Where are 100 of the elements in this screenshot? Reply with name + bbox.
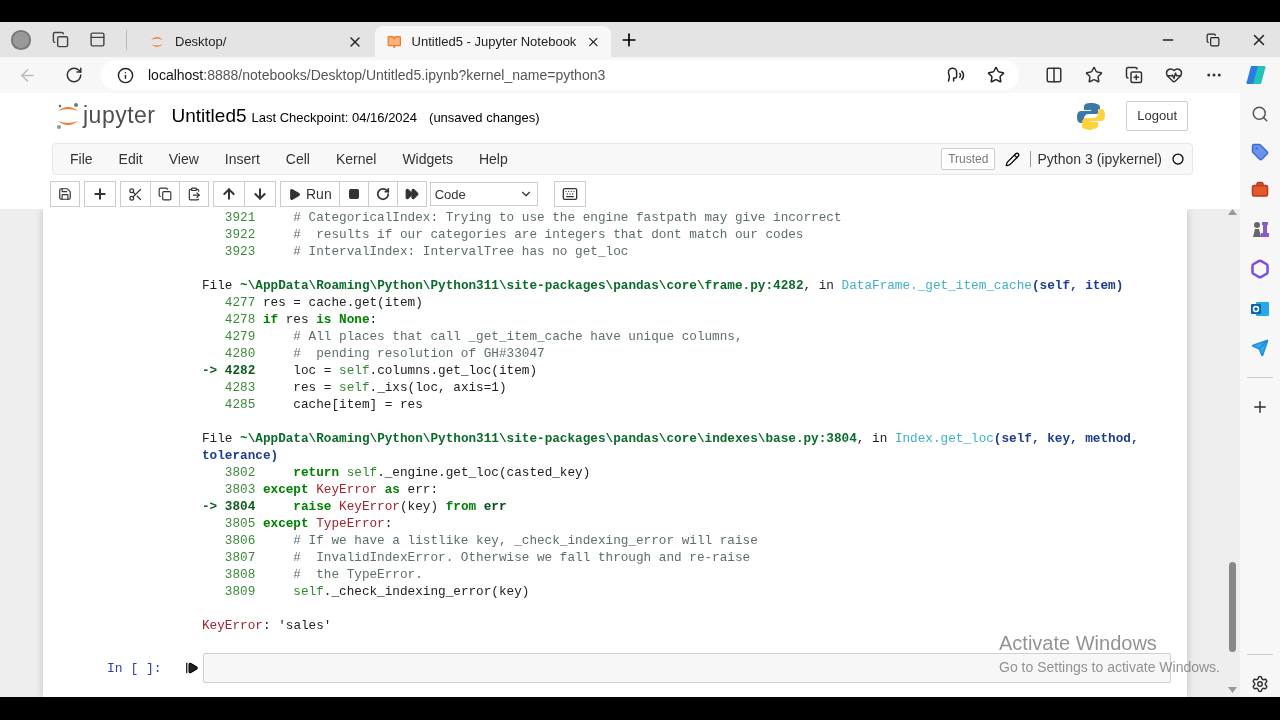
pencil-icon[interactable] xyxy=(1005,151,1021,167)
move-up-button[interactable] xyxy=(213,181,245,207)
hexagon-icon[interactable] xyxy=(1250,259,1270,279)
code-line: res = cache.get(item) xyxy=(262,294,423,311)
workspaces-icon[interactable] xyxy=(52,31,69,48)
input-prompt: In [ ]: xyxy=(107,660,163,676)
stop-button[interactable] xyxy=(338,181,369,207)
cut-button[interactable] xyxy=(120,181,151,207)
run-cell-icon[interactable] xyxy=(185,661,199,675)
code-line: # If we have a listlike key, _check_indexing_error will raise xyxy=(292,532,758,549)
fast-forward-icon xyxy=(404,187,419,201)
activation-title: Activate Windows xyxy=(999,632,1158,655)
code-line: # results if our categories are integers that dont match our codes xyxy=(292,226,804,243)
line-number: 3923 xyxy=(224,243,256,260)
mail-app-icon[interactable] xyxy=(1250,299,1270,319)
play-icon xyxy=(288,187,301,201)
traceback-file-line: File ~\AppData\Roaming\Python\Python311\site-packages\pandas\core\frame.py:4282, in DataFrame._get_item_cache(self, item) xyxy=(202,277,1125,294)
address-bar[interactable]: localhost:8888/notebooks/Desktop/Untitled5.ipynb?kernel_name=python3 xyxy=(101,60,1019,90)
keyboard-button[interactable] xyxy=(553,181,586,207)
line-number: 4280 xyxy=(224,345,256,362)
checkpoint-text: Last Checkpoint: 04/16/2024 xyxy=(251,110,418,125)
line-number: 3921 xyxy=(224,209,256,226)
read-aloud-icon[interactable] xyxy=(947,66,965,84)
code-line: if res is None: xyxy=(262,311,378,328)
menu-item[interactable]: Kernel xyxy=(322,144,390,174)
jupyter-logo-icon xyxy=(55,100,81,131)
line-number: 3808 xyxy=(224,566,256,583)
stop-icon xyxy=(347,188,360,200)
toolbox-icon[interactable] xyxy=(1251,181,1269,199)
profile-icon[interactable] xyxy=(10,28,32,51)
jupyter-brand: jupyter xyxy=(83,102,156,129)
tag-icon[interactable] xyxy=(1251,143,1269,161)
notebook-icon xyxy=(387,33,402,50)
favorites-icon[interactable] xyxy=(1085,66,1103,84)
run-all-button[interactable] xyxy=(396,181,427,207)
add-cell-button[interactable] xyxy=(84,181,116,207)
code-line: self._check_indexing_error(key) xyxy=(292,583,530,600)
code-line: except TypeError: xyxy=(262,515,393,532)
current-line-arrow: -> xyxy=(202,498,219,515)
heart-pulse-icon[interactable] xyxy=(1165,66,1183,84)
refresh-icon[interactable] xyxy=(65,66,83,84)
code-line: cache[item] = res xyxy=(292,396,423,413)
copy-icon xyxy=(158,187,172,201)
line-number: 4285 xyxy=(224,396,256,413)
scissors-icon xyxy=(128,186,143,202)
save-button[interactable] xyxy=(50,181,80,207)
scrollbar-thumb[interactable] xyxy=(1229,562,1236,652)
settings-icon[interactable] xyxy=(1251,675,1269,693)
trusted-button[interactable]: Trusted xyxy=(941,148,996,170)
restart-button[interactable] xyxy=(367,181,398,207)
traceback-file-line: File ~\AppData\Roaming\Python\Python311\site-packages\pandas\core\indexes\base.py:3804, in Index.get_loc(self, key, method, tolerance) xyxy=(202,430,1140,464)
menu-item[interactable]: File xyxy=(57,144,106,174)
code-line: # the TypeError. xyxy=(292,566,423,583)
restore-icon[interactable] xyxy=(1206,32,1220,47)
activation-text: Go to Settings to activate Windows. xyxy=(999,659,1220,675)
notebook-name[interactable]: Untitled5 xyxy=(171,104,247,127)
browser-tab[interactable]: Desktop/ xyxy=(137,26,373,57)
line-number: 4277 xyxy=(224,294,256,311)
code-line: # All places that call _get_item_cache have unique columns, xyxy=(292,328,743,345)
code-line: res = self._ixs(loc, axis=1) xyxy=(292,379,507,396)
paste-button[interactable] xyxy=(179,181,209,207)
menu-item[interactable]: Insert xyxy=(211,144,273,174)
keyboard-icon xyxy=(561,186,578,202)
paper-plane-icon[interactable] xyxy=(1251,339,1269,357)
menu-item[interactable]: Help xyxy=(465,144,521,174)
line-number: 4279 xyxy=(224,328,256,345)
info-icon[interactable] xyxy=(117,66,134,84)
code-line: loc = self.columns.get_loc(item) xyxy=(292,362,538,379)
star-icon[interactable] xyxy=(987,66,1005,84)
collections-icon[interactable] xyxy=(1125,66,1143,84)
tab-actions-icon[interactable] xyxy=(89,31,106,48)
search-icon[interactable] xyxy=(1251,105,1269,123)
line-number: 4278 xyxy=(224,311,256,328)
kernel-idle-icon xyxy=(1172,153,1184,165)
clipboard-icon xyxy=(187,187,201,201)
run-button[interactable]: Run xyxy=(280,181,340,207)
logout-button[interactable]: Logout xyxy=(1126,100,1188,131)
copy-button[interactable] xyxy=(150,181,180,207)
menu-item[interactable]: Edit xyxy=(105,144,156,174)
cell-type-select[interactable]: Code xyxy=(429,182,538,206)
move-down-button[interactable] xyxy=(244,181,276,207)
browser-tab[interactable]: Untitled5 - Jupyter Notebook xyxy=(375,26,611,57)
save-icon xyxy=(58,187,72,201)
add-icon[interactable] xyxy=(1251,398,1269,416)
line-number: 3803 xyxy=(224,481,256,498)
menu-item[interactable]: Widgets xyxy=(389,144,466,174)
line-number: 3809 xyxy=(224,583,256,600)
menu-item[interactable]: View xyxy=(155,144,212,174)
chess-pieces-icon[interactable] xyxy=(1250,219,1270,239)
code-line: raise KeyError(key) from err xyxy=(292,498,507,515)
line-number: 3802 xyxy=(224,464,256,481)
split-screen-icon[interactable] xyxy=(1045,66,1063,84)
line-number: 3807 xyxy=(224,549,256,566)
line-number: 4283 xyxy=(224,379,256,396)
menu-item[interactable]: Cell xyxy=(272,144,323,174)
kernel-name: Python 3 (ipykernel) xyxy=(1030,151,1162,167)
line-number: 3805 xyxy=(224,515,256,532)
code-line: return self._engine.get_loc(casted_key) xyxy=(292,464,591,481)
line-number: 4282 xyxy=(224,362,256,379)
line-number: 3922 xyxy=(224,226,256,243)
